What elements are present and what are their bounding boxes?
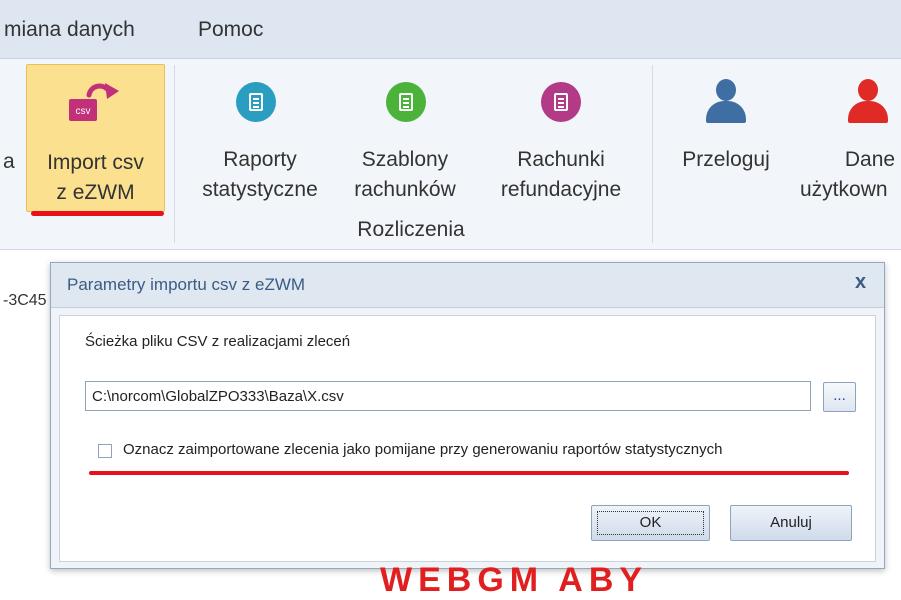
user-data-label-2: użytkown — [800, 178, 888, 201]
cancel-button-label: Anuluj — [770, 514, 812, 531]
path-label: Ścieżka pliku CSV z realizacjami zleceń — [85, 333, 351, 350]
menu-item-data-exchange[interactable]: miana danych — [4, 18, 135, 42]
bills-label-1: Rachunki — [517, 148, 605, 171]
ribbon-separator — [174, 65, 175, 243]
dialog-title: Parametry importu csv z eZWM — [67, 275, 306, 294]
user-red-icon — [848, 79, 888, 125]
user-icon — [706, 79, 746, 125]
csv-path-input[interactable] — [85, 381, 811, 411]
menu-bar: miana danych Pomoc — [0, 0, 901, 59]
highlight-underline — [31, 211, 164, 216]
ribbon-edge-fragment: a — [3, 150, 15, 173]
import-csv-button[interactable]: csv Import csv z eZWM — [26, 64, 165, 212]
reports-label-2: statystyczne — [202, 178, 318, 201]
close-icon[interactable]: x — [855, 271, 866, 294]
user-data-label-1: Dane — [844, 148, 896, 171]
focus-rect — [597, 511, 704, 535]
watermark-text: WEBGM ABY — [380, 561, 649, 599]
reports-label-1: Raporty — [223, 148, 297, 171]
relogin-label: Przeloguj — [682, 148, 770, 171]
skip-in-reports-checkbox[interactable] — [98, 444, 112, 458]
import-csv-label-2: z eZWM — [56, 181, 135, 204]
ok-button[interactable]: OK — [591, 505, 710, 541]
menu-item-help[interactable]: Pomoc — [198, 18, 263, 42]
templates-label-2: rachunków — [354, 178, 456, 201]
skip-in-reports-label[interactable]: Oznacz zaimportowane zlecenia jako pomij… — [123, 441, 722, 458]
ribbon-group-label: Rozliczenia — [357, 218, 465, 241]
reports-icon — [236, 82, 276, 122]
templates-icon — [386, 82, 426, 122]
side-text-fragment: -3C45 — [3, 292, 47, 309]
ribbon-separator — [652, 65, 653, 243]
bills-icon — [541, 82, 581, 122]
bills-label-2: refundacyjne — [500, 178, 622, 201]
dialog-titlebar[interactable]: Parametry importu csv z eZWM x — [51, 263, 884, 308]
templates-label-1: Szablony — [361, 148, 449, 171]
browse-button[interactable]: ... — [823, 382, 856, 412]
cancel-button[interactable]: Anuluj — [730, 505, 852, 541]
highlight-underline — [89, 471, 849, 475]
import-params-dialog: Parametry importu csv z eZWM x Ścieżka p… — [50, 262, 885, 569]
csv-import-icon: csv — [69, 83, 119, 121]
import-csv-label-1: Import csv — [47, 151, 144, 174]
ribbon: a csv Import csv z eZWM Raporty statysty… — [0, 59, 901, 250]
csv-icon-text: csv — [76, 106, 91, 117]
